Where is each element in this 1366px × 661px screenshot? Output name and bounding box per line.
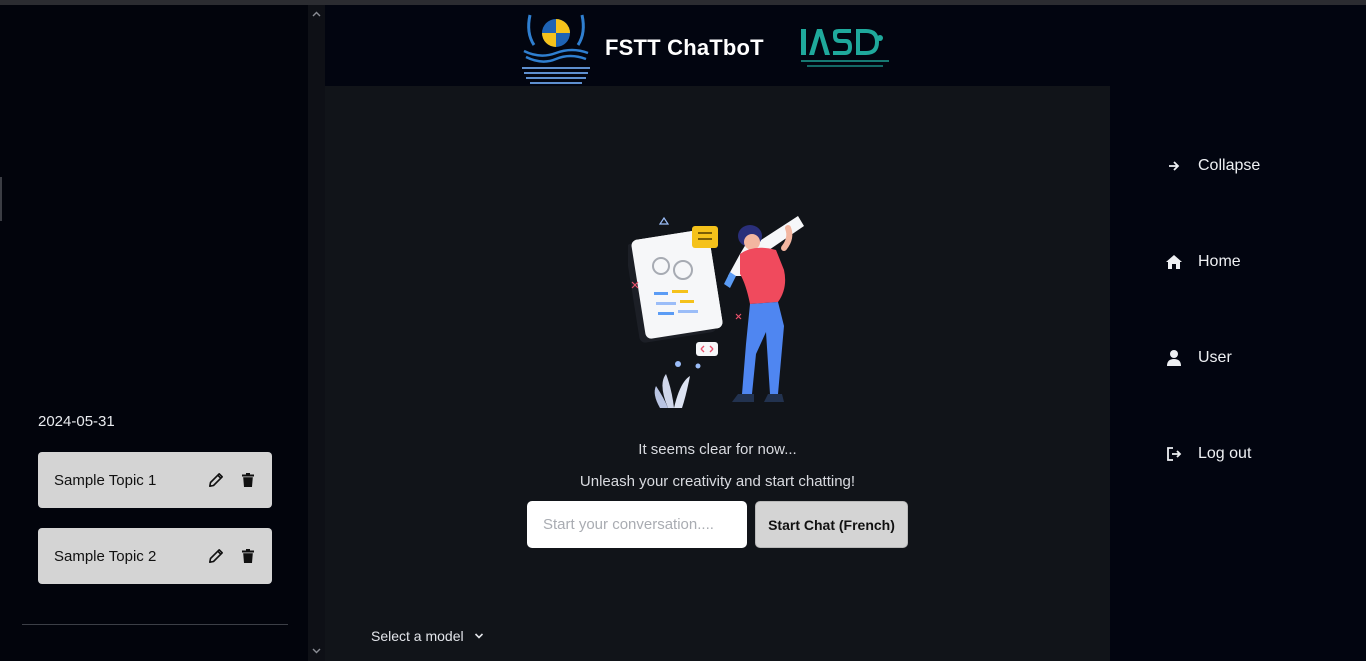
- home-icon: [1166, 254, 1182, 270]
- logout-icon: [1166, 446, 1182, 462]
- user-icon: [1166, 350, 1182, 366]
- conversation-input[interactable]: [527, 501, 747, 548]
- scrollbar[interactable]: [308, 5, 325, 661]
- fstt-logo: [522, 14, 590, 84]
- trash-icon: [242, 473, 254, 487]
- nav-label: Home: [1198, 253, 1241, 270]
- nav-user[interactable]: User: [1166, 349, 1232, 367]
- nav-collapse[interactable]: Collapse: [1166, 157, 1260, 175]
- topic-name: Sample Topic 1: [54, 472, 157, 489]
- right-nav: Collapse Home User Log out: [1110, 5, 1366, 661]
- edit-topic-button[interactable]: [206, 469, 226, 491]
- empty-state-illustration: [628, 216, 804, 408]
- header: FSTT ChaTboT: [325, 5, 1110, 86]
- topic-date-label: 2024-05-31: [38, 413, 115, 430]
- model-select-label: Select a model: [371, 628, 464, 644]
- topic-item[interactable]: Sample Topic 1: [38, 452, 272, 508]
- nav-label: Collapse: [1198, 157, 1261, 174]
- chat-main-panel: It seems clear for now... Unleash your c…: [325, 86, 1110, 661]
- sidebar-divider: [22, 624, 288, 625]
- topic-name: Sample Topic 2: [54, 548, 157, 565]
- sidebar: 2024-05-31 Sample Topic 1 Sample Topic 2: [0, 5, 308, 661]
- arrow-right-icon: [1166, 158, 1182, 174]
- nav-home[interactable]: Home: [1166, 253, 1241, 271]
- delete-topic-button[interactable]: [238, 545, 258, 567]
- app-title: FSTT ChaTboT: [605, 35, 764, 60]
- start-chat-button[interactable]: Start Chat (French): [755, 501, 908, 548]
- delete-topic-button[interactable]: [238, 469, 258, 491]
- nav-label: Log out: [1198, 445, 1252, 462]
- scroll-up-arrow-icon[interactable]: [311, 9, 322, 20]
- empty-state-title: It seems clear for now...: [638, 441, 797, 458]
- sidebar-edge-handle: [0, 177, 2, 221]
- edit-topic-button[interactable]: [206, 545, 226, 567]
- iasd-logo: [801, 29, 889, 67]
- topic-item[interactable]: Sample Topic 2: [38, 528, 272, 584]
- nav-label: User: [1198, 349, 1232, 366]
- pencil-icon: [209, 549, 223, 563]
- chevron-down-icon: [474, 633, 483, 639]
- model-select-dropdown[interactable]: Select a model: [371, 628, 484, 644]
- scroll-down-arrow-icon[interactable]: [311, 645, 322, 656]
- nav-logout[interactable]: Log out: [1166, 445, 1251, 463]
- empty-state-subtitle: Unleash your creativity and start chatti…: [579, 473, 856, 490]
- pencil-icon: [209, 473, 223, 487]
- trash-icon: [242, 549, 254, 563]
